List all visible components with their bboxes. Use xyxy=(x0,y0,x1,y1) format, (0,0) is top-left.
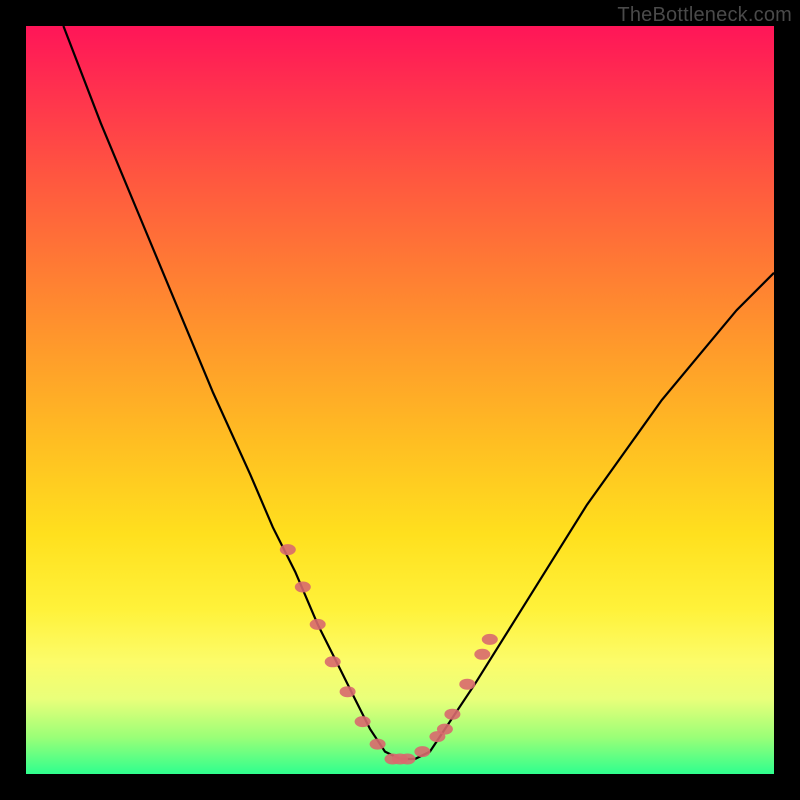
marker-dot xyxy=(400,754,416,765)
marker-dot xyxy=(340,686,356,697)
chart-container: TheBottleneck.com xyxy=(0,0,800,800)
marker-dot xyxy=(370,739,386,750)
watermark-text: TheBottleneck.com xyxy=(617,4,792,27)
marker-dot xyxy=(444,709,460,720)
marker-dot xyxy=(474,649,490,660)
highlighted-points xyxy=(280,544,498,764)
marker-dot xyxy=(437,724,453,735)
marker-dot xyxy=(325,656,341,667)
marker-dot xyxy=(310,619,326,630)
plot-area xyxy=(26,26,774,774)
marker-dot xyxy=(295,582,311,593)
bottleneck-curve xyxy=(63,26,774,759)
marker-dot xyxy=(355,716,371,727)
marker-dot xyxy=(459,679,475,690)
marker-dot xyxy=(482,634,498,645)
curve-layer xyxy=(26,26,774,774)
marker-dot xyxy=(280,544,296,555)
marker-dot xyxy=(414,746,430,757)
